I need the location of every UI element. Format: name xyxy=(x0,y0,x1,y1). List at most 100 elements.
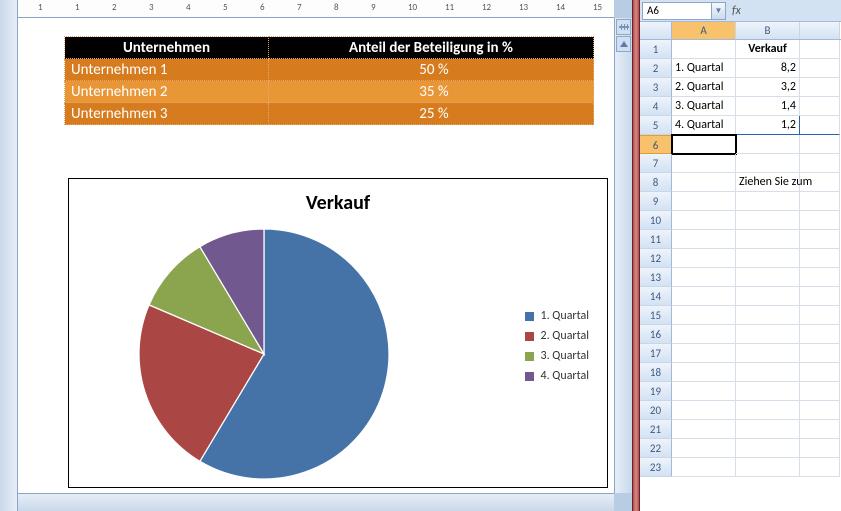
row-header[interactable]: 4 xyxy=(640,97,672,116)
row-header[interactable]: 5 xyxy=(640,116,672,135)
cell[interactable] xyxy=(672,173,736,192)
row-header[interactable]: 21 xyxy=(640,420,672,439)
cell[interactable] xyxy=(800,135,840,154)
cell[interactable] xyxy=(672,135,736,154)
row-header[interactable]: 3 xyxy=(640,78,672,97)
scroll-up-button[interactable] xyxy=(616,36,631,52)
table-row[interactable]: Unternehmen 1 50 % xyxy=(65,59,594,81)
table-row[interactable]: Unternehmen 3 25 % xyxy=(65,103,594,125)
row-header[interactable]: 20 xyxy=(640,401,672,420)
cell[interactable] xyxy=(672,268,736,287)
pie-chart[interactable]: Verkauf 1. Quartal2. Quartal3. Quartal4.… xyxy=(68,178,608,488)
cell[interactable] xyxy=(800,382,840,401)
cell[interactable] xyxy=(672,439,736,458)
column-header-B[interactable]: B xyxy=(736,22,800,39)
cell[interactable] xyxy=(672,192,736,211)
spreadsheet-grid[interactable]: A B 1 Verkauf 21. Quartal8,2 32. Quartal3,2… xyxy=(640,22,841,511)
row-header[interactable]: 8 xyxy=(640,173,672,192)
name-box[interactable]: A6 ▼ xyxy=(642,2,726,20)
row-header[interactable]: 23 xyxy=(640,458,672,477)
table-cell[interactable]: Unternehmen 3 xyxy=(65,103,269,125)
cell[interactable] xyxy=(800,59,840,78)
table-row[interactable]: Unternehmen 2 35 % xyxy=(65,81,594,103)
cell[interactable] xyxy=(736,458,800,477)
cell[interactable] xyxy=(672,306,736,325)
row-header[interactable]: 1 xyxy=(640,40,672,59)
cell[interactable]: 1,2 xyxy=(736,116,800,135)
row-header[interactable]: 2 xyxy=(640,59,672,78)
cell[interactable] xyxy=(672,211,736,230)
cell[interactable] xyxy=(736,211,800,230)
cell[interactable] xyxy=(672,325,736,344)
column-header-C[interactable] xyxy=(800,22,840,39)
cell[interactable] xyxy=(800,249,840,268)
cell[interactable] xyxy=(800,211,840,230)
cell[interactable] xyxy=(800,116,840,135)
company-table[interactable]: Unternehmen Anteil der Beteiligung in % … xyxy=(64,36,594,125)
cell[interactable] xyxy=(672,344,736,363)
cell[interactable] xyxy=(800,363,840,382)
cell[interactable] xyxy=(800,40,840,59)
cell[interactable] xyxy=(800,173,840,192)
row-header[interactable]: 15 xyxy=(640,306,672,325)
cell[interactable]: Verkauf xyxy=(736,40,800,59)
table-cell[interactable]: Unternehmen 2 xyxy=(65,81,269,103)
cell[interactable]: 3,2 xyxy=(736,78,800,97)
select-all-corner[interactable] xyxy=(640,22,672,39)
row-header[interactable]: 14 xyxy=(640,287,672,306)
cell[interactable] xyxy=(800,344,840,363)
cell[interactable] xyxy=(736,344,800,363)
row-header[interactable]: 12 xyxy=(640,249,672,268)
cell[interactable] xyxy=(672,230,736,249)
row-header[interactable]: 16 xyxy=(640,325,672,344)
cell[interactable] xyxy=(672,249,736,268)
row-header[interactable]: 17 xyxy=(640,344,672,363)
cell[interactable] xyxy=(672,382,736,401)
cell[interactable]: 2. Quartal xyxy=(672,78,736,97)
cell[interactable] xyxy=(672,420,736,439)
cell[interactable] xyxy=(800,401,840,420)
cell[interactable]: Ziehen Sie zum xyxy=(736,173,800,192)
cell[interactable] xyxy=(800,97,840,116)
cell[interactable] xyxy=(800,306,840,325)
row-header[interactable]: 18 xyxy=(640,363,672,382)
cell[interactable]: 8,2 xyxy=(736,59,800,78)
cell[interactable] xyxy=(800,420,840,439)
cell[interactable] xyxy=(736,363,800,382)
cell[interactable] xyxy=(736,154,800,173)
cell[interactable] xyxy=(736,287,800,306)
cell[interactable] xyxy=(672,154,736,173)
table-cell[interactable]: 35 % xyxy=(268,81,593,103)
cell[interactable] xyxy=(800,230,840,249)
cell[interactable]: 1. Quartal xyxy=(672,59,736,78)
cell[interactable]: 1,4 xyxy=(736,97,800,116)
horizontal-scrollbar[interactable] xyxy=(18,493,614,511)
cell[interactable] xyxy=(736,230,800,249)
table-cell[interactable]: Unternehmen 1 xyxy=(65,59,269,81)
document-page[interactable]: Unternehmen Anteil der Beteiligung in % … xyxy=(18,18,614,493)
cell[interactable] xyxy=(672,287,736,306)
horizontal-ruler[interactable]: L 1123456789101112131415 xyxy=(18,0,614,18)
column-header-A[interactable]: A xyxy=(672,22,736,39)
cell[interactable] xyxy=(736,306,800,325)
cell[interactable] xyxy=(736,420,800,439)
cell[interactable] xyxy=(736,192,800,211)
cell[interactable] xyxy=(800,458,840,477)
cell[interactable] xyxy=(736,439,800,458)
row-header[interactable]: 13 xyxy=(640,268,672,287)
cell[interactable] xyxy=(800,78,840,97)
cell[interactable]: 3. Quartal xyxy=(672,97,736,116)
row-header[interactable]: 19 xyxy=(640,382,672,401)
vertical-ruler[interactable] xyxy=(0,0,18,511)
cell[interactable] xyxy=(736,401,800,420)
vertical-scrollbar[interactable] xyxy=(614,18,632,493)
cell[interactable] xyxy=(800,268,840,287)
cell[interactable] xyxy=(672,363,736,382)
window-divider[interactable] xyxy=(632,0,640,511)
cell[interactable] xyxy=(672,40,736,59)
row-header[interactable]: 11 xyxy=(640,230,672,249)
row-header[interactable]: 7 xyxy=(640,154,672,173)
cell[interactable] xyxy=(672,401,736,420)
cell[interactable] xyxy=(800,287,840,306)
cell[interactable] xyxy=(736,249,800,268)
